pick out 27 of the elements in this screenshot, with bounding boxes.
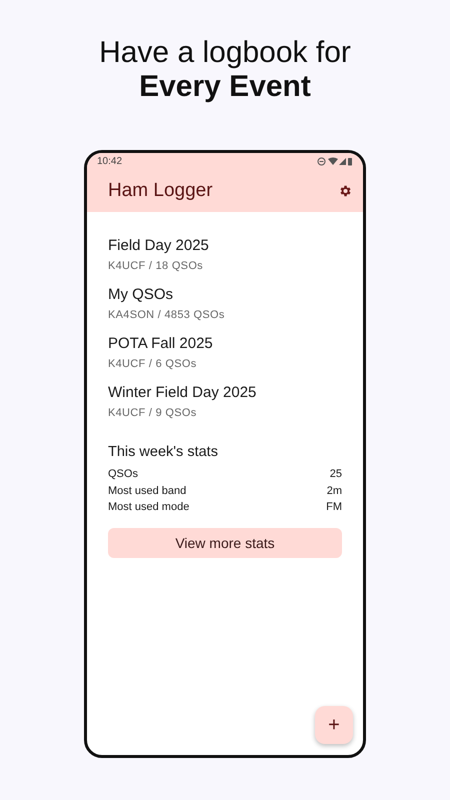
settings-icon[interactable] (338, 184, 352, 198)
logbook-name: Winter Field Day 2025 (108, 383, 258, 403)
status-time: 10:42 (97, 156, 122, 167)
logbook-item[interactable]: Field Day 2025 K4UCF / 18 QSOs (108, 236, 342, 285)
stat-label: Most used band (108, 484, 186, 498)
stat-value: 2m (326, 484, 342, 498)
headline: Have a logbook for (99, 36, 351, 70)
logbook-detail: K4UCF / 18 QSOs (108, 259, 204, 273)
stat-label: QSOs (108, 467, 138, 482)
logbook-name: My QSOs (108, 285, 174, 305)
logbook-name: POTA Fall 2025 (108, 334, 214, 354)
stat-label: Most used mode (108, 500, 190, 515)
logbook-name: Field Day 2025 (108, 236, 210, 256)
app-title: Ham Logger (108, 180, 213, 202)
status-icons (317, 157, 353, 166)
stat-value: 25 (330, 467, 342, 482)
logbook-item[interactable]: POTA Fall 2025 K4UCF / 6 QSOs (108, 334, 342, 383)
view-more-stats-button[interactable]: View more stats (108, 528, 342, 558)
logbook-detail: KA4SON / 4853 QSOs (108, 308, 226, 322)
logbook-item[interactable]: My QSOs KA4SON / 4853 QSOs (108, 285, 342, 334)
stats-title: This week's stats (108, 444, 219, 460)
logbook-item[interactable]: Winter Field Day 2025 K4UCF / 9 QSOs (108, 383, 342, 432)
logbook-detail: K4UCF / 6 QSOs (108, 357, 198, 371)
add-button[interactable]: + (315, 706, 353, 744)
stat-value: FM (326, 500, 342, 515)
headline: Every Event (139, 70, 311, 104)
logbook-detail: K4UCF / 9 QSOs (108, 406, 198, 420)
